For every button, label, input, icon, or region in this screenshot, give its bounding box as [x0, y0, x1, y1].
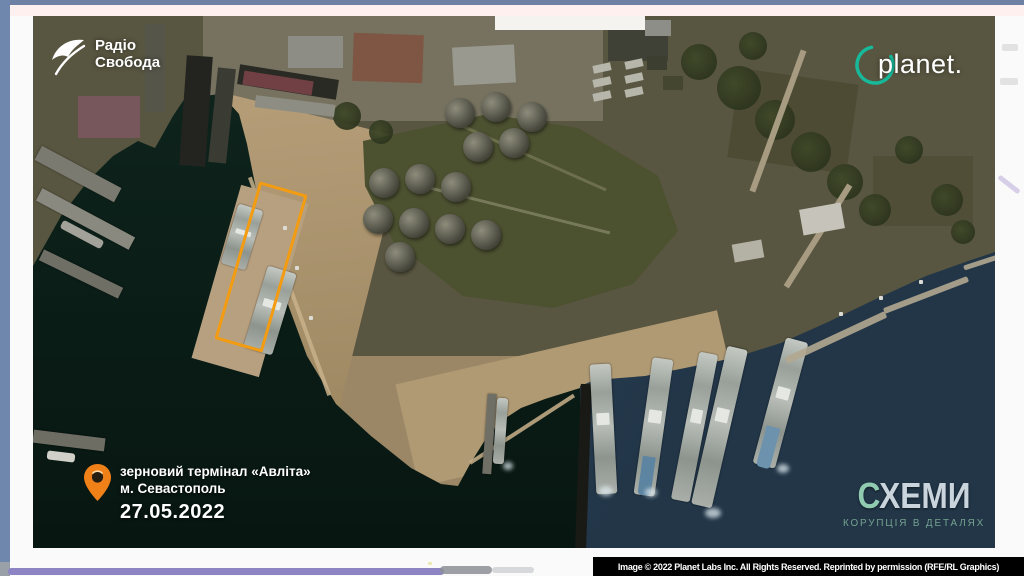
margin-artifact: [1002, 44, 1018, 51]
caption-text: зерновий термінал «Авліта» м. Севастопол…: [120, 464, 311, 524]
storage-tank: [405, 164, 435, 194]
schemes-rest: ХЕМИ: [879, 475, 970, 516]
ship-wake: [777, 464, 789, 473]
margin-squiggle: [997, 175, 1021, 195]
mosaic-gap: [495, 16, 645, 30]
storage-tank: [441, 172, 471, 202]
rfe-line1: Радіо: [95, 38, 160, 55]
storage-tank: [517, 102, 547, 132]
cargo-speck: [309, 316, 313, 320]
ship-deck: [596, 413, 609, 425]
schemes-wordmark: СХЕМИ: [843, 478, 986, 514]
progress-bar[interactable]: [8, 568, 444, 575]
schemes-initial: С: [857, 475, 879, 516]
schemes-logo: СХЕМИ КОРУПЦІЯ В ДЕТАЛЯХ: [833, 478, 995, 529]
storage-tank: [471, 220, 501, 250]
storage-tank: [445, 98, 475, 128]
location-pin-icon: [84, 464, 111, 501]
schemes-tagline: КОРУПЦІЯ В ДЕТАЛЯХ: [838, 517, 990, 529]
copyright-text: Image © 2022 Planet Labs Inc. All Rights…: [618, 562, 999, 572]
rfe-line2: Свобода: [95, 55, 160, 72]
shore-structure: [919, 280, 923, 284]
copyright-bar: Image © 2022 Planet Labs Inc. All Rights…: [593, 557, 1024, 576]
storage-tank: [463, 132, 493, 162]
satellite-image: Радіо Свобода planet. зерновий термінал …: [33, 16, 995, 548]
mosaic-blob: [645, 20, 671, 36]
cargo-speck: [295, 266, 299, 270]
caption-title: зерновий термінал «Авліта»: [120, 464, 311, 481]
planet-logo: planet.: [852, 42, 995, 90]
ship-deck: [775, 386, 791, 401]
ship-deck: [690, 408, 704, 423]
progress-thumb[interactable]: [440, 566, 492, 574]
caption-location: м. Севастополь: [120, 481, 311, 498]
caption-date: 27.05.2022: [120, 501, 311, 524]
page: { "branding": { "rfe": { "line1": "Радіо…: [0, 0, 1024, 576]
dock-maroon: [78, 96, 140, 138]
storage-tank: [369, 168, 399, 198]
page-top-strip: [10, 5, 1024, 16]
storage-tank: [399, 208, 429, 238]
ship-wake: [503, 462, 513, 470]
ship-wake: [599, 486, 613, 496]
storage-tank: [363, 204, 393, 234]
browser-left-edge: [0, 0, 10, 576]
storage-tank: [385, 242, 415, 272]
ship-deck: [714, 407, 730, 424]
caption: зерновий термінал «Авліта» м. Севастопол…: [84, 464, 311, 524]
storage-tank: [481, 92, 511, 122]
storage-tank: [499, 128, 529, 158]
margin-artifact: [1000, 78, 1018, 85]
planet-wordmark: planet.: [878, 49, 963, 80]
artifact-dot: [428, 562, 432, 565]
ship-deck: [648, 410, 662, 424]
bird-icon: [48, 34, 88, 76]
ship-wake: [645, 488, 657, 497]
progress-fade: [492, 567, 534, 573]
rfe-logo: Радіо Свобода: [48, 34, 160, 76]
ship-wake: [705, 508, 721, 518]
storage-tank: [435, 214, 465, 244]
shore-structure: [839, 312, 843, 316]
shore-structure: [879, 296, 883, 300]
rfe-wordmark: Радіо Свобода: [95, 38, 160, 72]
